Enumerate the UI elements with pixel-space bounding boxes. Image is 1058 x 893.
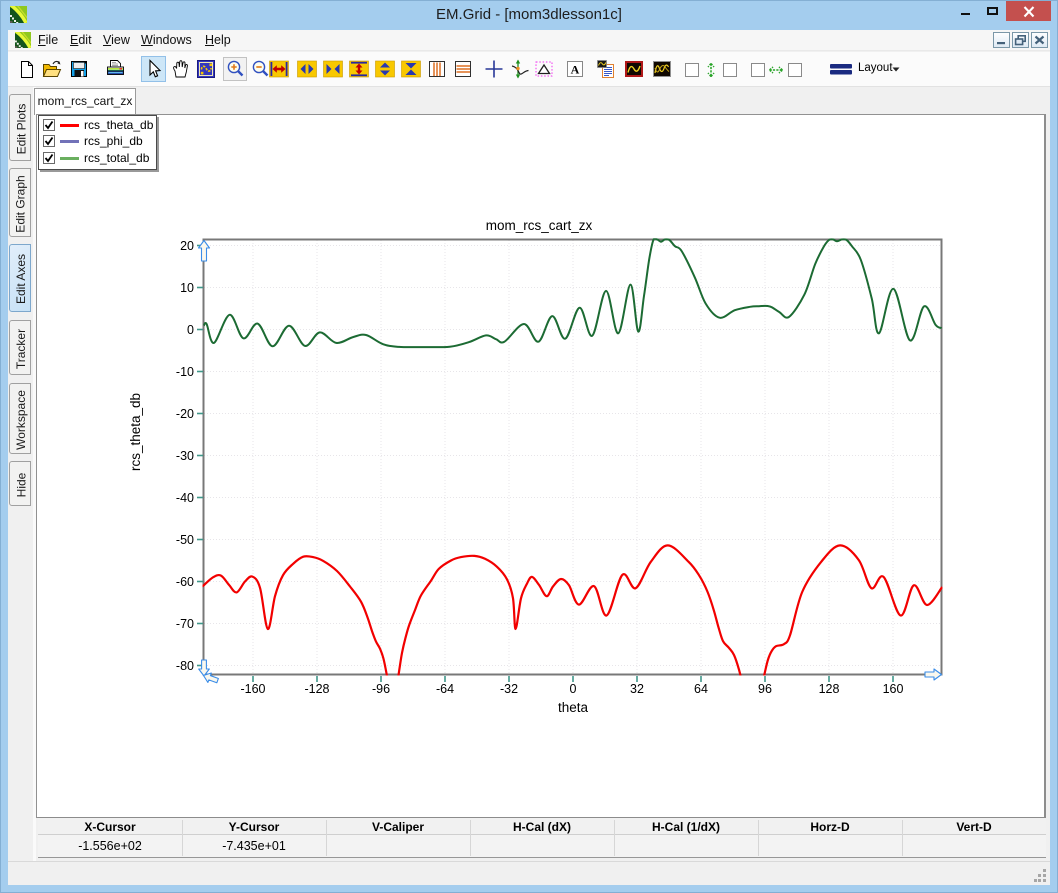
- svg-text:-96: -96: [372, 682, 390, 696]
- svg-text:10: 10: [180, 281, 194, 295]
- svg-text:64: 64: [694, 682, 708, 696]
- svg-text:-160: -160: [240, 682, 265, 696]
- svg-text:-64: -64: [436, 682, 454, 696]
- svg-text:96: 96: [758, 682, 772, 696]
- svg-text:theta: theta: [558, 700, 589, 715]
- svg-text:-70: -70: [176, 617, 194, 631]
- svg-text:128: 128: [819, 682, 840, 696]
- svg-text:mom_rcs_cart_zx: mom_rcs_cart_zx: [486, 218, 593, 233]
- svg-text:-80: -80: [176, 659, 194, 673]
- svg-text:160: 160: [883, 682, 904, 696]
- svg-text:A: A: [571, 63, 580, 77]
- svg-text:32: 32: [630, 682, 644, 696]
- svg-text:0: 0: [187, 323, 194, 337]
- svg-text:-50: -50: [176, 533, 194, 547]
- svg-text:-10: -10: [176, 365, 194, 379]
- svg-text:20: 20: [180, 239, 194, 253]
- svg-text:0: 0: [570, 682, 577, 696]
- svg-text:-40: -40: [176, 491, 194, 505]
- svg-text:-30: -30: [176, 449, 194, 463]
- svg-text:-60: -60: [176, 575, 194, 589]
- svg-text:-32: -32: [500, 682, 518, 696]
- svg-text:rcs_theta_db: rcs_theta_db: [128, 393, 143, 471]
- svg-text:-128: -128: [304, 682, 329, 696]
- svg-text:-20: -20: [176, 407, 194, 421]
